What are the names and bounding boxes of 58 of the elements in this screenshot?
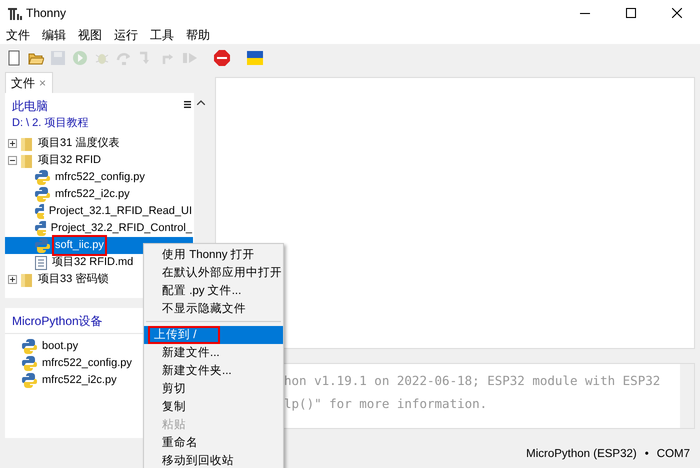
- file-name[interactable]: 项目32 RFID.md: [51, 254, 134, 271]
- scrollbar[interactable]: [680, 364, 694, 428]
- python-file-icon: [35, 238, 50, 253]
- menu-item[interactable]: 帮助: [180, 26, 216, 44]
- menu-item[interactable]: 文件: [0, 26, 36, 44]
- menu-item[interactable]: 新建文件...: [144, 344, 283, 362]
- menu-item[interactable]: 移动到回收站: [144, 452, 283, 468]
- expand-icon[interactable]: [8, 275, 17, 284]
- port-label[interactable]: COM7: [656, 446, 690, 464]
- shell-text: hon v1.19.1 on 2022-06-18; ESP32 module with ESP32: [284, 372, 662, 390]
- computer-label: 此电脑: [12, 98, 49, 115]
- python-file-icon: [22, 356, 37, 371]
- menu-item[interactable]: 配置 .py 文件...: [144, 282, 283, 300]
- menu-item[interactable]: 工具: [144, 26, 180, 44]
- folder-icon: [21, 154, 33, 168]
- menu-item[interactable]: 上传到 /: [144, 326, 283, 344]
- window-title: Thonny: [26, 5, 66, 22]
- python-file-icon: [35, 170, 50, 185]
- file-name[interactable]: soft_iic.py: [54, 237, 105, 254]
- flag-icon[interactable]: [246, 50, 264, 66]
- file-name[interactable]: boot.py: [41, 338, 80, 355]
- file-name[interactable]: mfrc522_config.py: [41, 355, 133, 372]
- file-name[interactable]: mfrc522_config.py: [54, 169, 146, 186]
- file-name[interactable]: 项目31 温度仪表: [37, 135, 120, 152]
- python-file-icon: [35, 221, 46, 236]
- file-name[interactable]: mfrc522_i2c.py: [41, 372, 118, 389]
- path-label: D: \ 2. 项目教程: [12, 116, 90, 131]
- scroll-up-icon[interactable]: [197, 100, 205, 106]
- python-file-icon: [22, 339, 37, 354]
- tab-close-button[interactable]: ×: [39, 74, 46, 92]
- document-icon: [35, 256, 47, 270]
- interpreter-label[interactable]: MicroPython (ESP32): [526, 446, 637, 464]
- file-name[interactable]: Project_32.2_RFID_Control_: [50, 220, 193, 237]
- expand-icon[interactable]: [8, 139, 17, 148]
- shell-text: lp()" for more information.: [284, 395, 488, 413]
- file-name[interactable]: Project_32.1_RFID_Read_UI: [48, 203, 193, 220]
- stop-icon[interactable]: [214, 50, 230, 66]
- menu-item[interactable]: 视图: [72, 26, 108, 44]
- file-name[interactable]: 项目33 密码锁: [37, 271, 110, 288]
- python-file-icon: [22, 373, 37, 388]
- menu-item[interactable]: 重命名: [144, 434, 283, 452]
- folder-icon: [21, 272, 33, 286]
- folder-icon: [21, 136, 33, 150]
- app-logo-icon: [8, 6, 22, 21]
- menu-item[interactable]: 在默认外部应用中打开: [144, 264, 283, 282]
- separator-dot: •: [644, 447, 649, 462]
- menu-item[interactable]: 运行: [108, 26, 144, 44]
- file-name[interactable]: 项目32 RFID: [37, 152, 102, 169]
- close-icon[interactable]: [672, 8, 682, 18]
- file-name[interactable]: mfrc522_i2c.py: [54, 186, 131, 203]
- collapse-icon[interactable]: [8, 156, 17, 165]
- maximize-icon[interactable]: [626, 8, 636, 18]
- new-file-icon[interactable]: [6, 50, 22, 66]
- menu-icon[interactable]: [184, 101, 191, 108]
- python-file-icon: [35, 187, 50, 202]
- python-file-icon: [35, 204, 44, 219]
- menu-item[interactable]: 编辑: [36, 26, 72, 44]
- files-tab[interactable]: 文件 ×: [5, 72, 53, 93]
